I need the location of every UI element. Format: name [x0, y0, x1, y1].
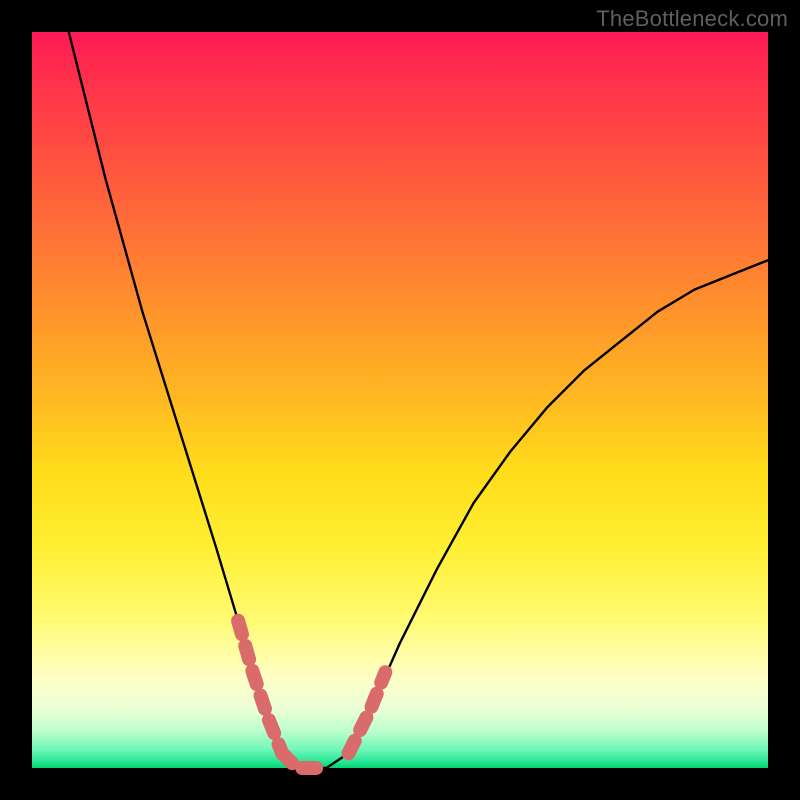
- bottleneck-curve: [69, 32, 768, 768]
- chart-frame: TheBottleneck.com: [0, 0, 800, 800]
- highlight-left-descent: [238, 621, 282, 754]
- plot-area: [32, 32, 768, 768]
- watermark-text: TheBottleneck.com: [596, 6, 788, 32]
- highlight-right-ascent: [349, 672, 386, 753]
- curve-svg: [32, 32, 768, 768]
- highlight-dotted-segments: [238, 621, 385, 768]
- highlight-valley-floor: [282, 753, 326, 768]
